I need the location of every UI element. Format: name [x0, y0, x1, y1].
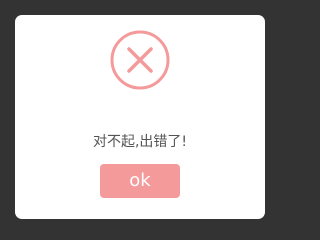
error-x-icon: [110, 30, 170, 90]
modal-backdrop: 对不起,出错了! ok: [0, 0, 283, 231]
error-message: 对不起,出错了!: [92, 134, 188, 150]
ok-button[interactable]: ok: [100, 164, 180, 198]
error-dialog: 对不起,出错了! ok: [15, 15, 265, 219]
